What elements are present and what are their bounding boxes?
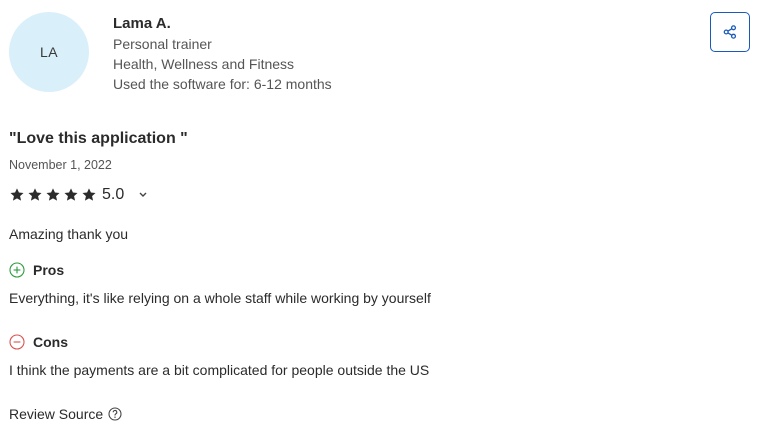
minus-circle-icon <box>9 334 25 350</box>
reviewer-role: Personal trainer <box>113 36 212 52</box>
share-button[interactable] <box>710 12 750 52</box>
review-title: "Love this application " <box>9 130 188 147</box>
reviewer-industry: Health, Wellness and Fitness <box>113 56 295 72</box>
cons-label: Cons <box>33 334 68 350</box>
review-source: Review Source <box>9 406 122 422</box>
chevron-down-icon <box>139 192 147 197</box>
rating-details-toggle[interactable] <box>138 191 148 199</box>
pros-header: Pros <box>9 262 64 278</box>
rating-row: 5.0 <box>9 186 148 204</box>
rating-value: 5.0 <box>102 186 125 203</box>
star-icon <box>10 188 24 201</box>
plus-circle-icon <box>9 262 25 278</box>
cons-header: Cons <box>9 334 68 350</box>
pros-label: Pros <box>33 262 65 278</box>
star-icon <box>64 188 78 201</box>
review-source-help[interactable] <box>108 407 122 421</box>
avatar-initials: LA <box>39 44 59 60</box>
star-icon <box>82 188 96 201</box>
share-icon <box>723 25 737 39</box>
reviewer-info: Lama A. Personal trainer Health, Wellnes… <box>113 14 332 94</box>
pros-text: Everything, it's like relying on a whole… <box>9 290 431 306</box>
avatar: LA <box>9 12 89 92</box>
cons-text: I think the payments are a bit complicat… <box>9 362 430 378</box>
reviewer-name: Lama A. <box>113 15 171 32</box>
star-icon <box>46 188 60 201</box>
question-circle-icon <box>108 407 122 421</box>
reviewer-usage: Used the software for: 6-12 months <box>113 76 332 92</box>
star-rating <box>9 187 97 203</box>
review-source-label: Review Source <box>9 406 104 422</box>
review-summary: Amazing thank you <box>9 226 129 242</box>
star-icon <box>28 188 42 201</box>
review-date: November 1, 2022 <box>9 158 112 172</box>
